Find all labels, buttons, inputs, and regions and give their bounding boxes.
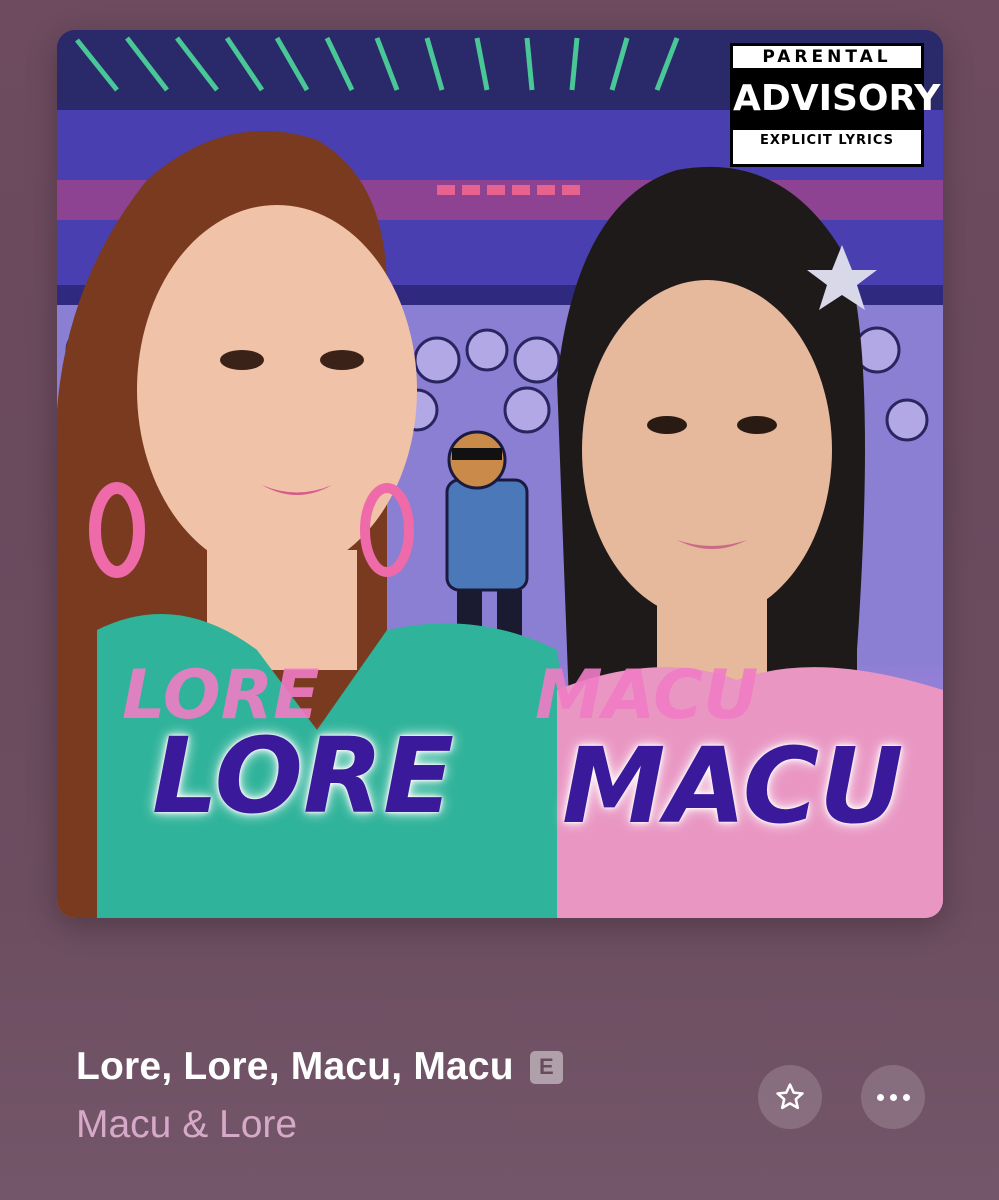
star-icon [776,1083,804,1110]
artwork-name-right: MACU [562,725,904,847]
track-title-row: Lore, Lore, Macu, Macu E [76,1045,563,1089]
more-options-button[interactable] [861,1065,925,1129]
advisory-line-3: EXPLICIT LYRICS [760,133,894,148]
album-artwork: PARENTAL ADVISORY EXPLICIT LYRICS LORE L… [57,30,943,918]
advisory-line-1: PARENTAL [762,47,892,67]
artwork-name-right-ghost: MACU [535,656,759,735]
favorite-button[interactable] [758,1065,822,1129]
artwork-name-left: LORE [152,715,455,837]
track-artist-link[interactable]: Macu & Lore [76,1103,297,1147]
track-title: Lore, Lore, Macu, Macu [76,1045,514,1088]
explicit-badge: E [529,1050,563,1084]
advisory-line-2: ADVISORY [733,68,940,130]
ellipsis-icon [876,1093,910,1101]
parental-advisory-label: PARENTAL ADVISORY EXPLICIT LYRICS [730,43,940,167]
